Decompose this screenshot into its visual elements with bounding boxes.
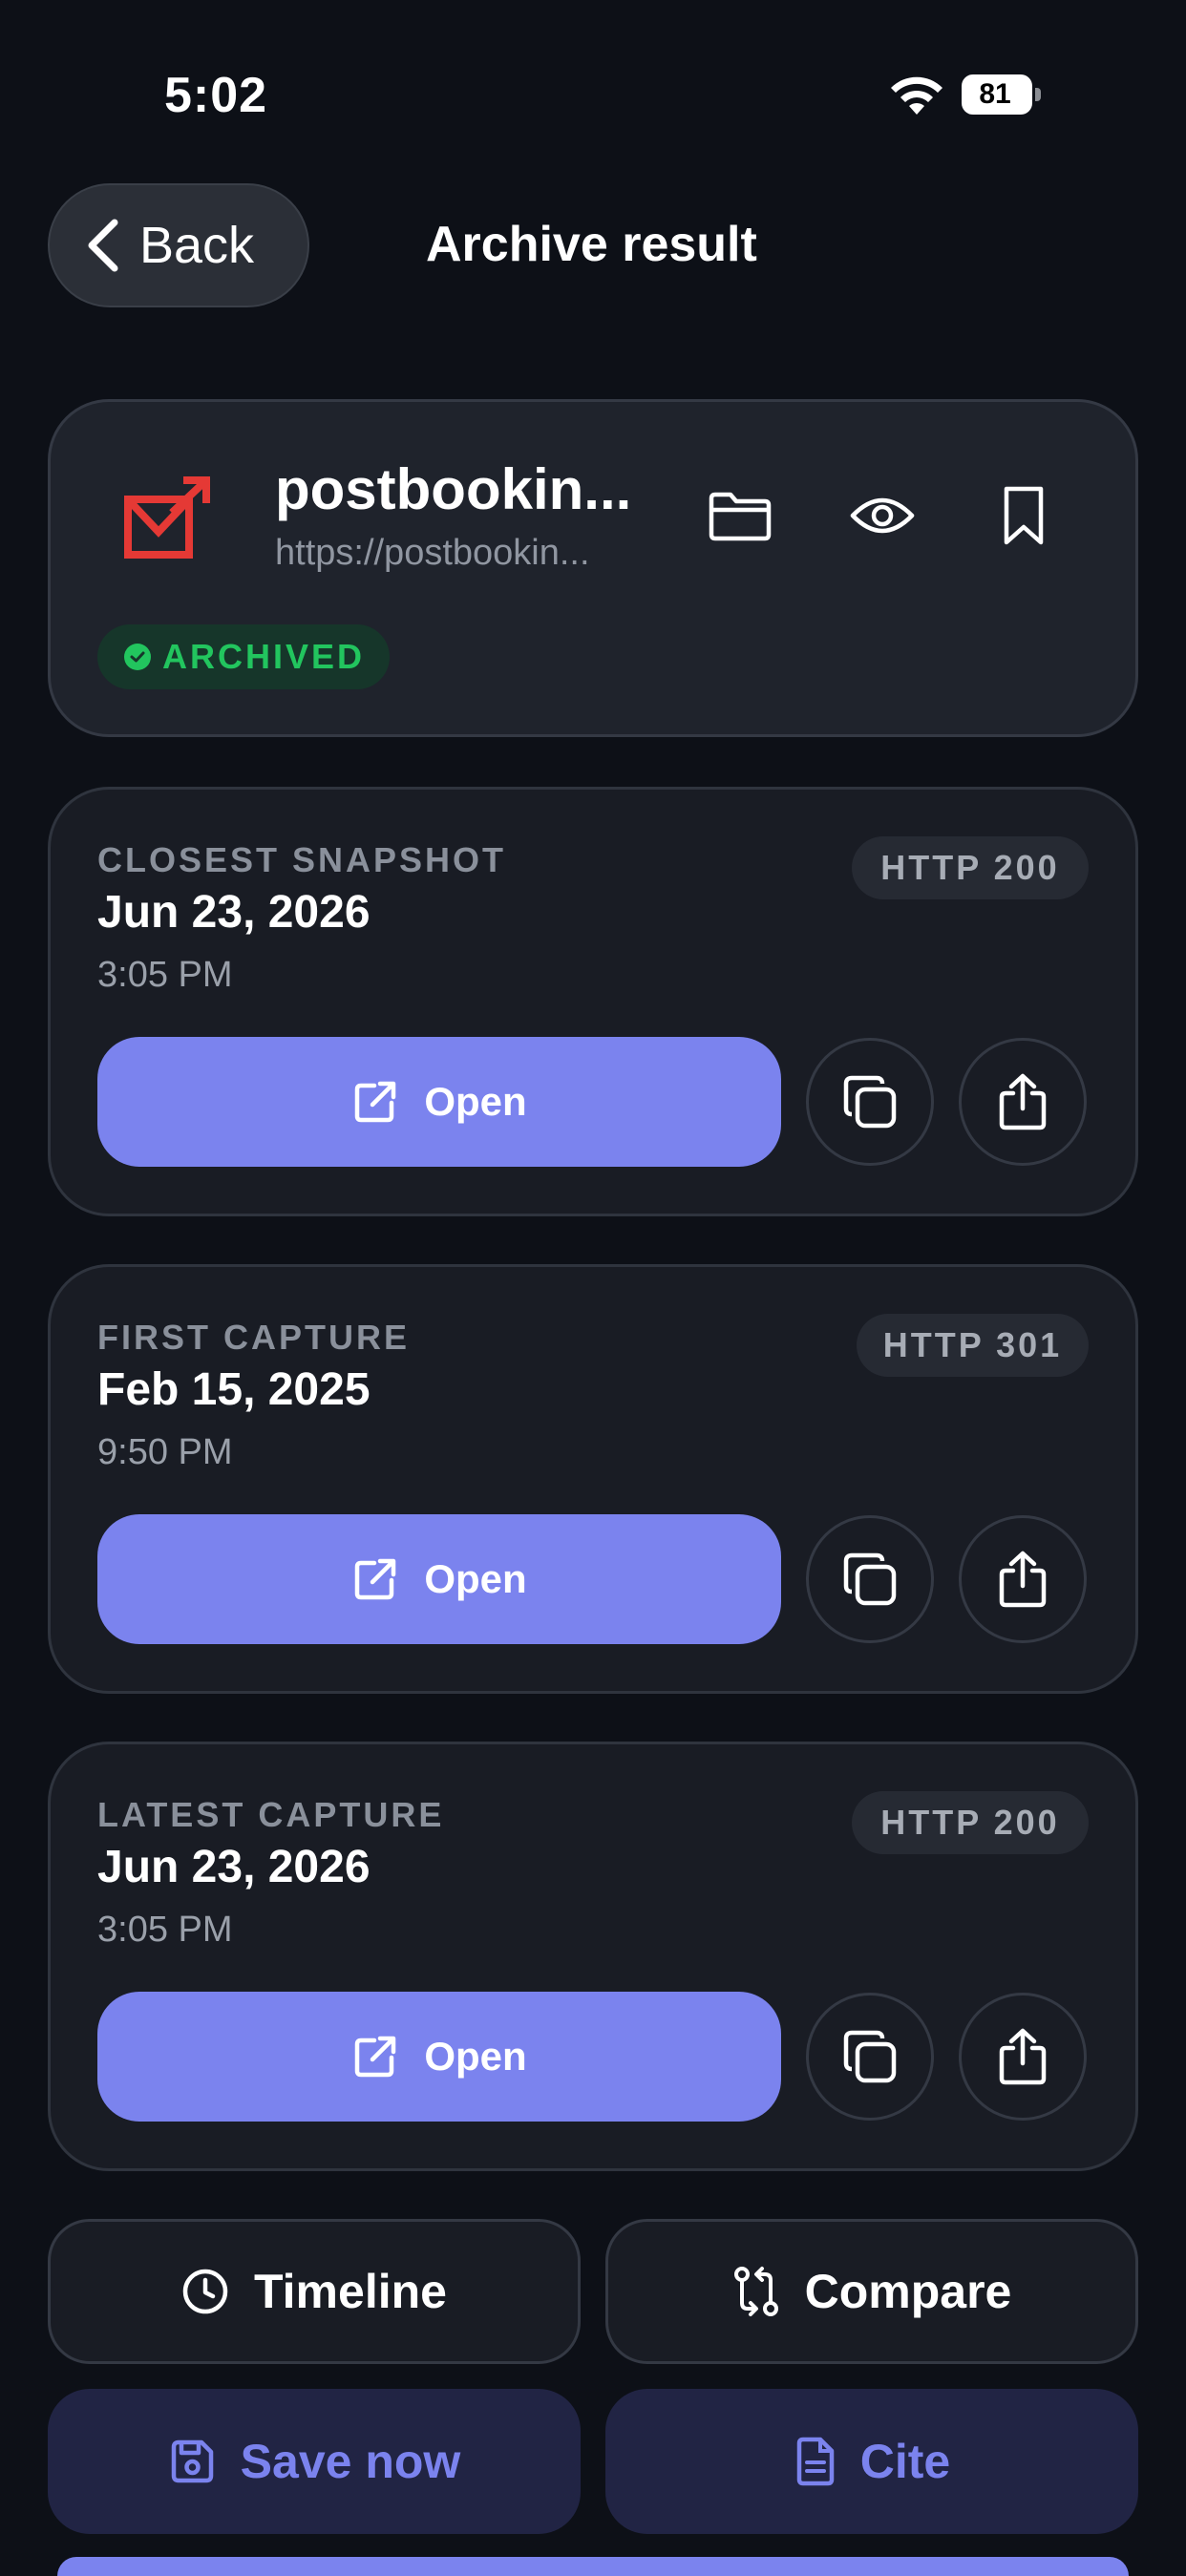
snapshot-time: 3:05 PM — [97, 1910, 233, 1950]
cite-button[interactable]: Cite — [605, 2389, 1138, 2534]
http-status-badge: HTTP 200 — [852, 836, 1089, 899]
status-time: 5:02 — [164, 68, 268, 123]
compare-button[interactable]: Compare — [605, 2219, 1138, 2364]
snapshot-time: 9:50 PM — [97, 1432, 233, 1472]
save-now-button[interactable]: Save now — [48, 2389, 581, 2534]
open-button-label: Open — [424, 2034, 527, 2079]
compare-label: Compare — [804, 2265, 1012, 2318]
site-logo-icon — [124, 476, 210, 559]
folder-icon — [709, 492, 772, 541]
back-button[interactable]: Back — [48, 183, 309, 307]
battery-nub — [1035, 88, 1041, 101]
share-button[interactable] — [959, 1993, 1087, 2121]
snapshot-label: CLOSEST SNAPSHOT — [97, 840, 507, 879]
bookmark-icon — [1004, 486, 1044, 545]
check-circle-icon — [124, 644, 151, 670]
share-button[interactable] — [959, 1038, 1087, 1166]
external-link-icon — [355, 1558, 396, 1600]
snapshot-date: Feb 15, 2025 — [97, 1364, 371, 1415]
http-status-badge: HTTP 301 — [857, 1314, 1089, 1377]
site-url: https://postbookin... — [275, 533, 590, 573]
share-button[interactable] — [959, 1515, 1087, 1643]
battery-level: 81 — [979, 78, 1011, 110]
primary-button-partial[interactable] — [57, 2557, 1129, 2576]
share-icon — [999, 1551, 1047, 1608]
timeline-label: Timeline — [254, 2265, 447, 2318]
share-icon — [999, 1073, 1047, 1130]
chevron-left-icon — [88, 219, 118, 272]
site-name: postbookin... — [275, 457, 632, 521]
snapshot-label: LATEST CAPTURE — [97, 1795, 445, 1834]
battery-indicator: 81 — [962, 74, 1032, 115]
preview-button[interactable] — [844, 477, 921, 554]
wifi-icon — [891, 76, 942, 115]
page-title: Archive result — [426, 217, 757, 272]
bookmark-button[interactable] — [985, 477, 1062, 554]
copy-button[interactable] — [806, 1515, 934, 1643]
http-status-badge: HTTP 200 — [852, 1791, 1089, 1854]
save-now-label: Save now — [240, 2435, 461, 2488]
open-button-label: Open — [424, 1556, 527, 1601]
open-snapshot-button[interactable]: Open — [97, 1514, 781, 1644]
copy-icon — [843, 1075, 897, 1129]
snapshot-date: Jun 23, 2026 — [97, 1842, 371, 1892]
open-button-label: Open — [424, 1079, 527, 1124]
open-snapshot-button[interactable]: Open — [97, 1992, 781, 2122]
clock-icon — [182, 2269, 228, 2314]
back-button-label: Back — [139, 217, 255, 274]
snapshot-date: Jun 23, 2026 — [97, 887, 371, 938]
status-badge: ARCHIVED — [97, 624, 390, 689]
save-icon — [171, 2439, 213, 2483]
external-link-icon — [355, 1081, 396, 1123]
copy-icon — [843, 1552, 897, 1606]
snapshot-label: FIRST CAPTURE — [97, 1318, 410, 1357]
copy-button[interactable] — [806, 1993, 934, 2121]
compare-icon — [733, 2267, 778, 2316]
folder-button[interactable] — [702, 477, 778, 554]
snapshot-time: 3:05 PM — [97, 955, 233, 995]
document-icon — [796, 2437, 835, 2486]
timeline-button[interactable]: Timeline — [48, 2219, 581, 2364]
open-snapshot-button[interactable]: Open — [97, 1037, 781, 1167]
copy-button[interactable] — [806, 1038, 934, 1166]
cite-label: Cite — [859, 2435, 951, 2488]
external-link-icon — [355, 2036, 396, 2078]
copy-icon — [843, 2030, 897, 2083]
status-badge-label: ARCHIVED — [162, 637, 366, 676]
eye-icon — [850, 497, 915, 534]
share-icon — [999, 2028, 1047, 2085]
